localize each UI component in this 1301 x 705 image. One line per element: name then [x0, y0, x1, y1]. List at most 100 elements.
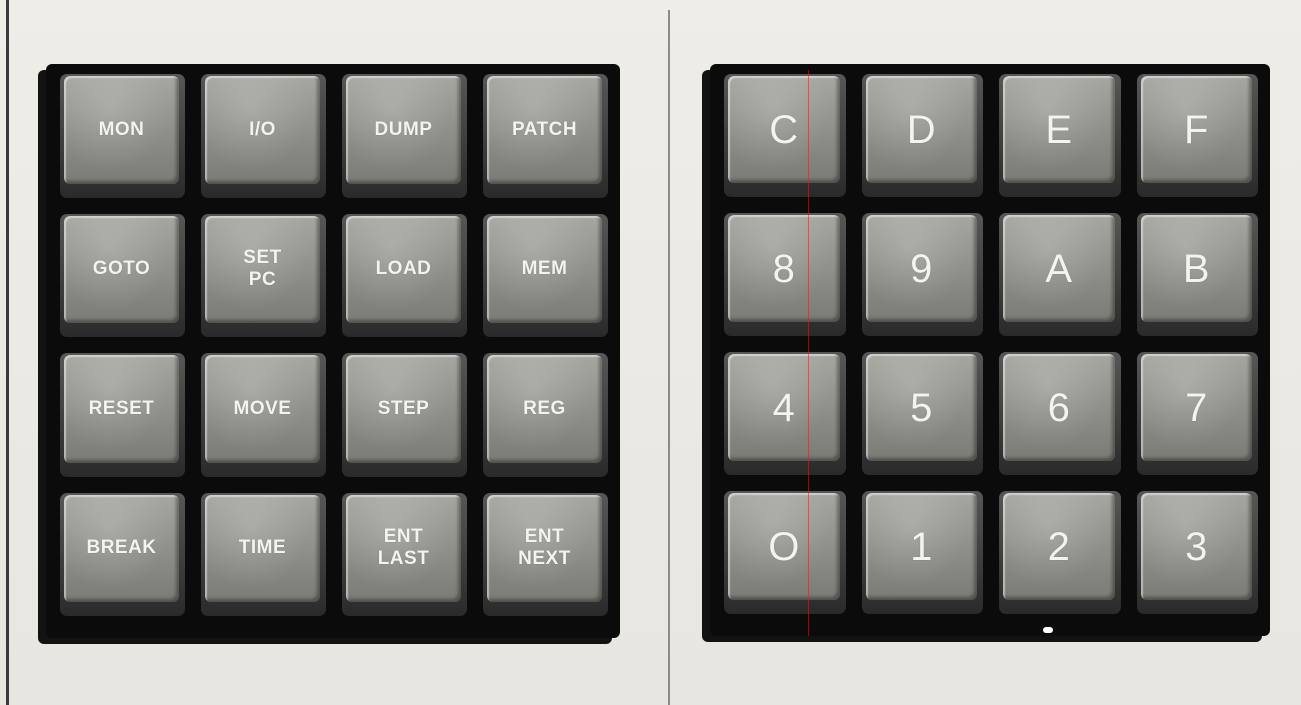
keycap: 2	[1003, 493, 1115, 600]
key-label: MOVE	[233, 397, 292, 419]
key-mon[interactable]: MON	[60, 74, 185, 198]
command-keypad: MON I/O DUMP PATCH GOTO SET PC LOAD MEM …	[46, 64, 620, 638]
keycap: REG	[487, 355, 602, 463]
key-label: ENT NEXT	[518, 526, 571, 570]
key-hex-1[interactable]: 1	[861, 491, 983, 614]
keycap: B	[1140, 215, 1252, 322]
keycap: E	[1003, 76, 1115, 183]
keycap: 3	[1140, 493, 1252, 600]
keycap: 5	[865, 354, 977, 461]
key-reg[interactable]: REG	[483, 353, 608, 477]
keycap: 1	[865, 493, 977, 600]
print-registration-line	[808, 70, 809, 636]
key-hex-5[interactable]: 5	[861, 352, 983, 475]
key-label: 5	[910, 385, 933, 430]
key-label: 4	[772, 385, 795, 430]
page-left-border	[6, 0, 9, 705]
key-hex-8[interactable]: 8	[724, 213, 846, 336]
keycap: MON	[64, 76, 179, 184]
keycap: 6	[1003, 354, 1115, 461]
key-label: E	[1045, 107, 1073, 152]
key-label: GOTO	[92, 258, 151, 280]
key-label: BREAK	[86, 537, 157, 559]
key-label: D	[906, 107, 936, 152]
keycap: 8	[728, 215, 840, 322]
keycap: ENT NEXT	[487, 494, 602, 602]
keycap: I/O	[205, 76, 320, 184]
key-label: SET PC	[243, 247, 282, 291]
keycap: F	[1140, 76, 1252, 183]
key-hex-6[interactable]: 6	[999, 352, 1121, 475]
keycap: 7	[1140, 354, 1252, 461]
photo-page: MON I/O DUMP PATCH GOTO SET PC LOAD MEM …	[0, 0, 1301, 705]
keycap: SET PC	[205, 215, 320, 323]
key-hex-a[interactable]: A	[999, 213, 1121, 336]
key-label: LOAD	[375, 258, 432, 280]
key-label: 8	[772, 246, 795, 291]
keycap: LOAD	[346, 215, 461, 323]
key-step[interactable]: STEP	[342, 353, 467, 477]
key-dump[interactable]: DUMP	[342, 74, 467, 198]
page-gutter-divider	[668, 10, 670, 705]
keycap: MEM	[487, 215, 602, 323]
key-label: O	[768, 524, 800, 569]
keycap: C	[728, 76, 840, 183]
keycap: 9	[865, 215, 977, 322]
key-break[interactable]: BREAK	[60, 492, 185, 616]
keycap: PATCH	[487, 76, 602, 184]
key-label: 2	[1047, 524, 1070, 569]
key-label: 6	[1047, 385, 1070, 430]
keycap: STEP	[346, 355, 461, 463]
key-goto[interactable]: GOTO	[60, 213, 185, 337]
key-hex-c[interactable]: C	[724, 74, 846, 197]
keycap: D	[865, 76, 977, 183]
key-hex-f[interactable]: F	[1136, 74, 1258, 197]
key-label: STEP	[377, 397, 430, 419]
key-label: 7	[1185, 385, 1208, 430]
key-label: RESET	[88, 397, 155, 419]
key-label: MEM	[521, 258, 568, 280]
key-hex-2[interactable]: 2	[999, 491, 1121, 614]
key-label: TIME	[238, 537, 287, 559]
key-io[interactable]: I/O	[201, 74, 326, 198]
key-label: ENT LAST	[377, 526, 430, 570]
key-hex-7[interactable]: 7	[1136, 352, 1258, 475]
keycap: DUMP	[346, 76, 461, 184]
key-label: B	[1182, 246, 1210, 291]
keycap: ENT LAST	[346, 494, 461, 602]
keycap: RESET	[64, 355, 179, 463]
key-hex-d[interactable]: D	[861, 74, 983, 197]
key-label: DUMP	[374, 118, 433, 140]
keycap: MOVE	[205, 355, 320, 463]
key-label: MON	[98, 118, 145, 140]
hex-keypad: C D E F 8 9 A B 4 5 6 7 O 1 2 3	[710, 64, 1270, 636]
keycap: GOTO	[64, 215, 179, 323]
key-set-pc[interactable]: SET PC	[201, 213, 326, 337]
key-hex-e[interactable]: E	[999, 74, 1121, 197]
key-label: C	[769, 107, 799, 152]
key-ent-next[interactable]: ENT NEXT	[483, 492, 608, 616]
key-load[interactable]: LOAD	[342, 213, 467, 337]
print-speck	[1043, 627, 1053, 633]
key-ent-last[interactable]: ENT LAST	[342, 492, 467, 616]
key-label: 3	[1185, 524, 1208, 569]
key-reset[interactable]: RESET	[60, 353, 185, 477]
keycap: A	[1003, 215, 1115, 322]
key-label: REG	[523, 397, 566, 419]
key-hex-3[interactable]: 3	[1136, 491, 1258, 614]
keycap: O	[728, 493, 840, 600]
key-hex-4[interactable]: 4	[724, 352, 846, 475]
keycap: TIME	[205, 494, 320, 602]
key-hex-9[interactable]: 9	[861, 213, 983, 336]
key-hex-b[interactable]: B	[1136, 213, 1258, 336]
key-label: A	[1045, 246, 1073, 291]
key-time[interactable]: TIME	[201, 492, 326, 616]
key-move[interactable]: MOVE	[201, 353, 326, 477]
key-mem[interactable]: MEM	[483, 213, 608, 337]
key-label: I/O	[249, 118, 276, 140]
key-hex-0[interactable]: O	[724, 491, 846, 614]
key-patch[interactable]: PATCH	[483, 74, 608, 198]
key-label: F	[1184, 107, 1209, 152]
key-label: 9	[910, 246, 933, 291]
key-label: 1	[910, 524, 933, 569]
